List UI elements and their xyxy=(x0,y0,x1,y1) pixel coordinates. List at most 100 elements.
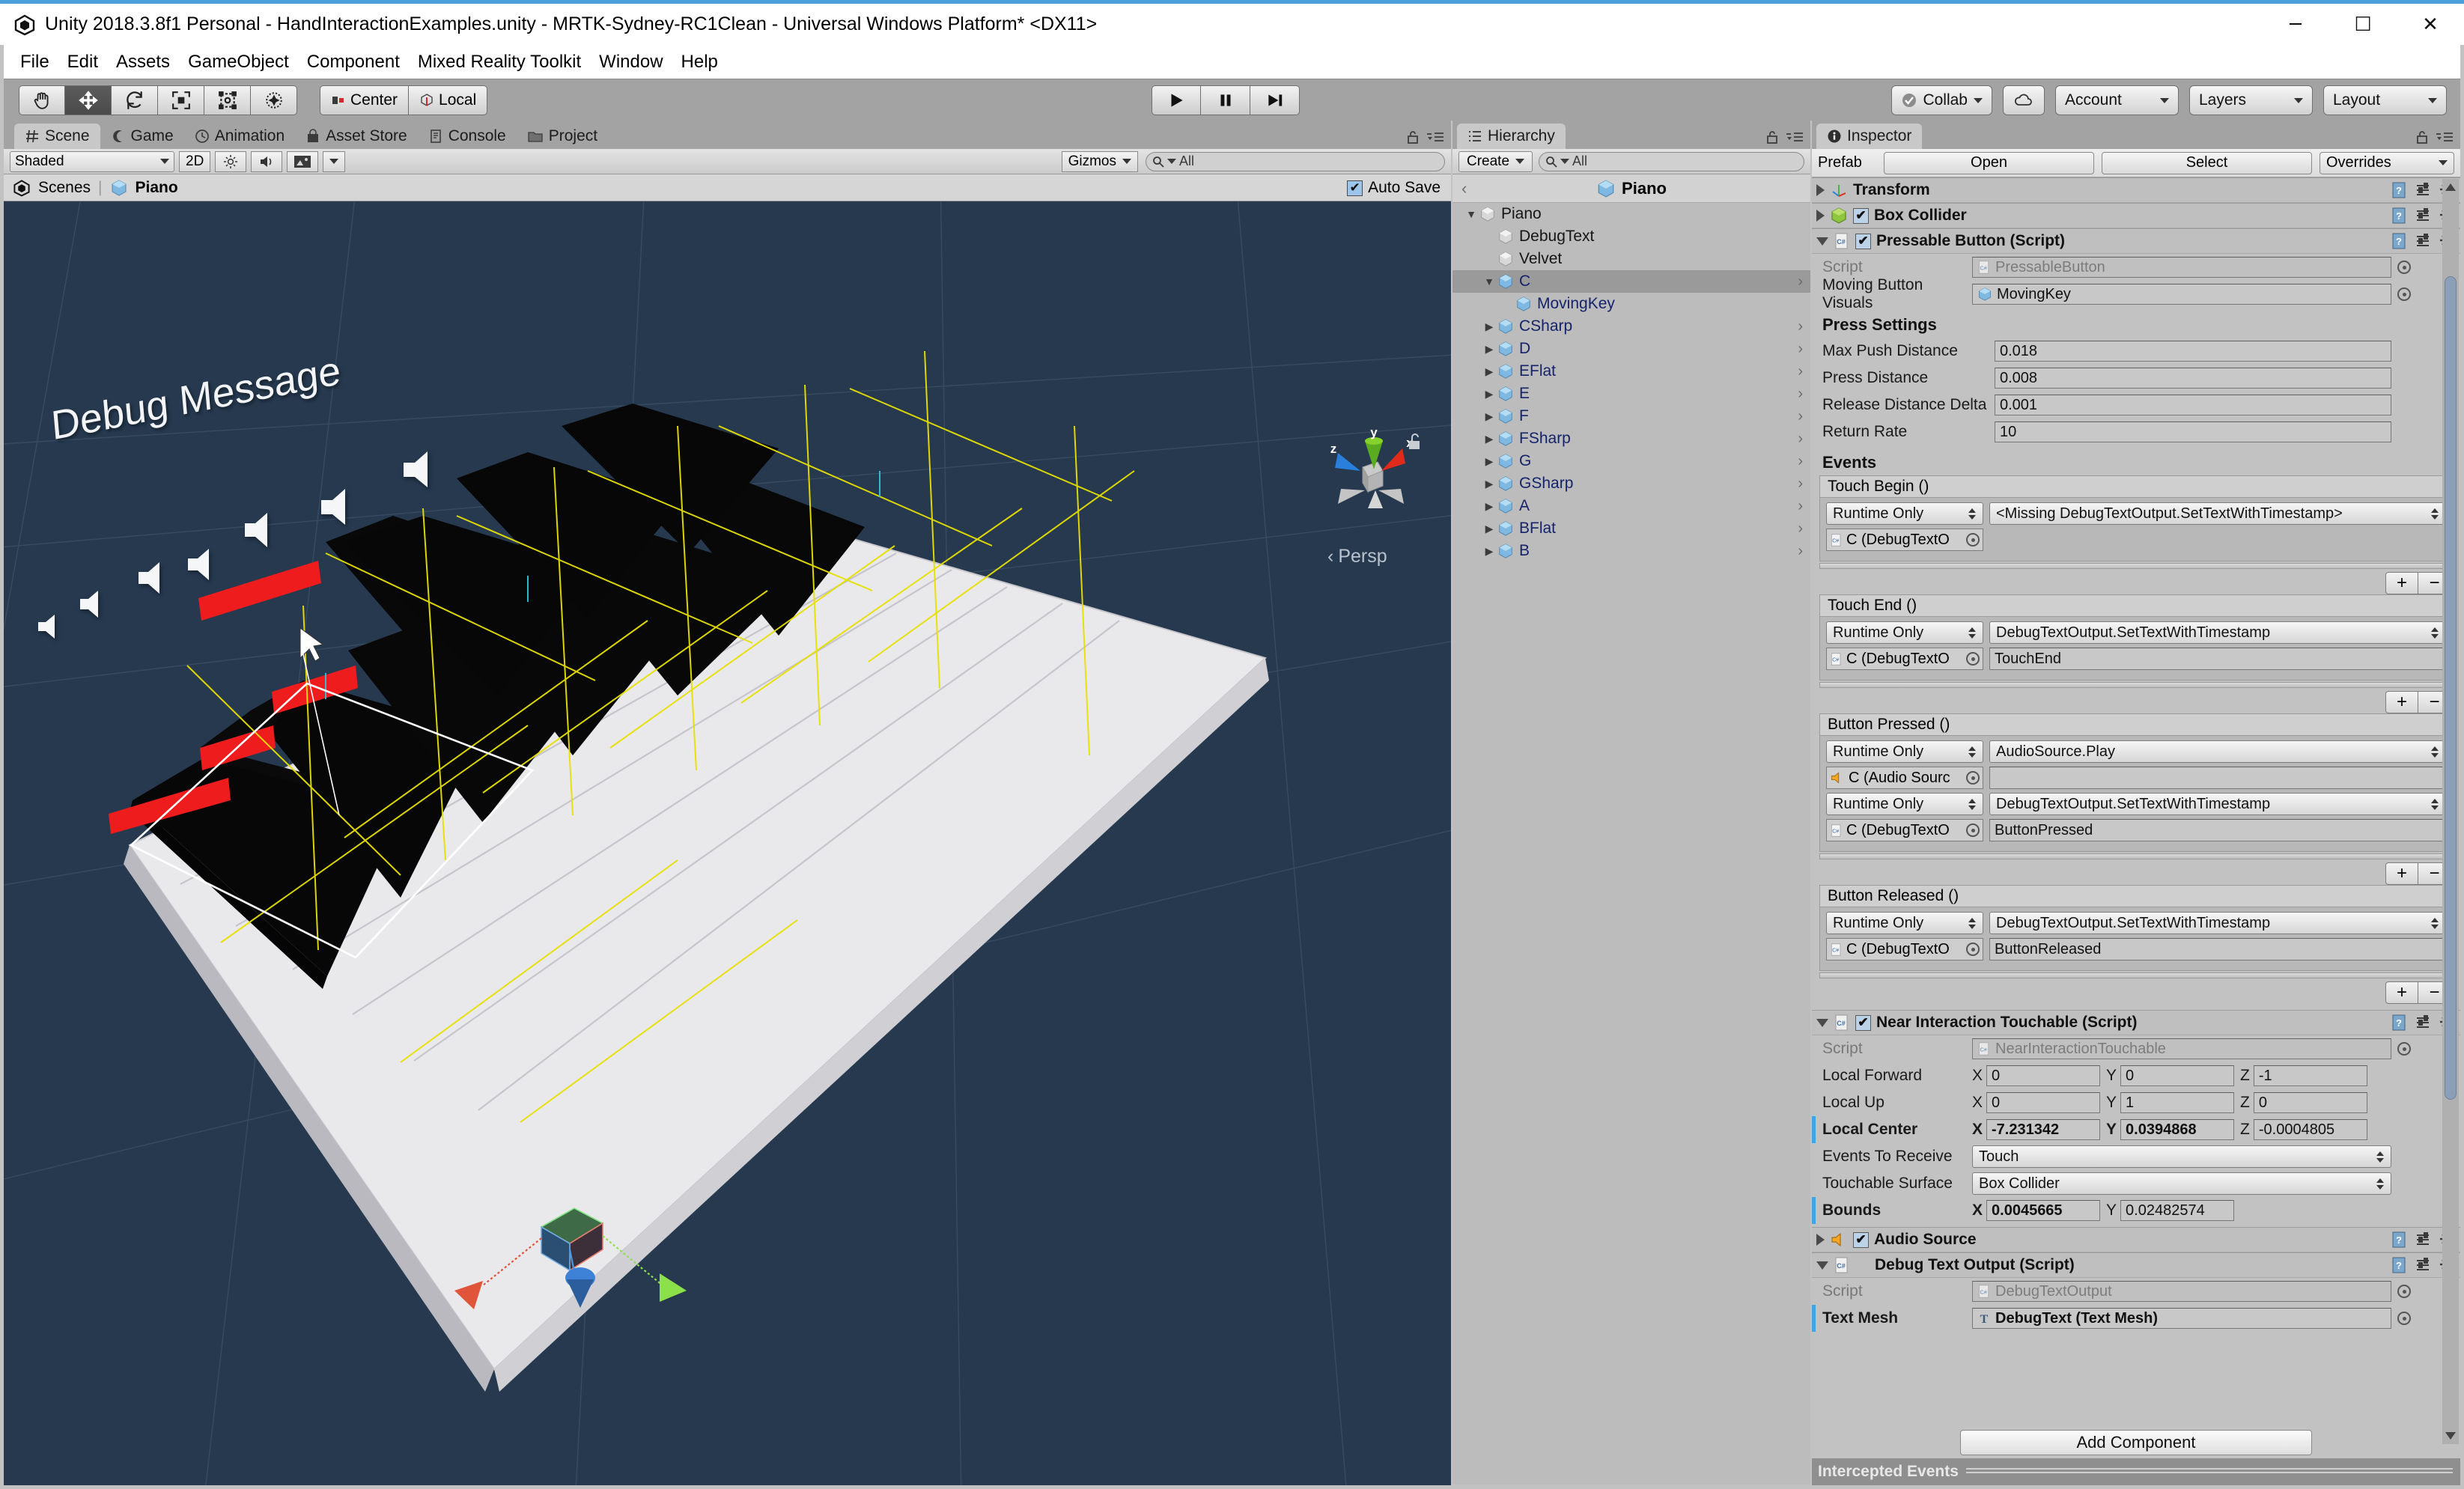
tab-console[interactable]: Console xyxy=(418,124,517,149)
foldout-expanded-icon[interactable]: ▼ xyxy=(1481,275,1497,287)
scale-tool-button[interactable] xyxy=(158,85,204,115)
minimize-button[interactable]: ─ xyxy=(2262,4,2329,45)
event-add-button[interactable]: + xyxy=(2385,862,2418,885)
box-collider-enabled-checkbox[interactable]: ✔ xyxy=(1853,207,1869,224)
tab-scene[interactable]: Scene xyxy=(14,124,100,149)
event-object-field[interactable]: C (Audio Sourc xyxy=(1826,767,1983,789)
event-mode-dropdown[interactable]: Runtime Only xyxy=(1826,502,1983,525)
chevron-right-icon[interactable]: › xyxy=(1798,318,1803,335)
auto-save-toggle[interactable]: ✔ Auto Save xyxy=(1347,179,1441,197)
hierarchy-item-piano[interactable]: ▼ Piano xyxy=(1452,203,1810,225)
bounds-x-input[interactable]: 0.0045665 xyxy=(1986,1200,2101,1221)
handle-space-button[interactable]: Local xyxy=(409,85,488,115)
tab-project[interactable]: Project xyxy=(517,124,608,149)
gizmos-dropdown[interactable]: Gizmos xyxy=(1061,150,1138,172)
hierarchy-item-c[interactable]: ▼ C › xyxy=(1452,270,1810,293)
foldout-collapsed-icon[interactable]: ▶ xyxy=(1481,433,1497,445)
hierarchy-item-e[interactable]: ▶ E › xyxy=(1452,383,1810,405)
chevron-right-icon[interactable]: › xyxy=(1798,498,1803,515)
layout-button[interactable]: Layout xyxy=(2323,85,2447,115)
toggle-2d-button[interactable]: 2D xyxy=(179,150,211,172)
event-object-field[interactable]: C# C (DebugTextO xyxy=(1826,938,1983,960)
chevron-right-icon[interactable]: › xyxy=(1798,430,1803,448)
play-button[interactable] xyxy=(1152,85,1201,115)
event-mode-dropdown[interactable]: Runtime Only xyxy=(1826,621,1983,644)
foldout-collapsed-icon[interactable]: ▶ xyxy=(1481,410,1497,423)
breadcrumb-scenes-label[interactable]: Scenes xyxy=(38,179,91,197)
component-header-audio-source[interactable]: ✔ Audio Source ? xyxy=(1812,1227,2460,1252)
foldout-expanded-icon[interactable]: ▼ xyxy=(1463,208,1479,220)
transform-tool-button[interactable] xyxy=(251,85,297,115)
menu-help[interactable]: Help xyxy=(672,49,727,76)
effects-toggle-button[interactable] xyxy=(287,150,319,172)
prefab-back-button[interactable]: ‹ xyxy=(1461,179,1467,198)
press-setting-input-return-rate[interactable]: 10 xyxy=(1995,421,2391,442)
scroll-down-icon[interactable] xyxy=(2445,1432,2456,1440)
event-resize-handle-touch-end[interactable] xyxy=(1819,682,2453,688)
auto-save-checkbox[interactable]: ✔ xyxy=(1347,180,1363,196)
foldout-collapsed-icon[interactable]: ▶ xyxy=(1481,478,1497,490)
hierarchy-search-input[interactable]: All xyxy=(1539,151,1804,171)
prefab-open-button[interactable]: Open xyxy=(1884,151,2094,174)
pause-button[interactable] xyxy=(1201,85,1250,115)
component-header-transform[interactable]: Transform ? xyxy=(1812,177,2460,203)
event-method-dropdown[interactable]: DebugTextOutput.SetTextWithTimestamp xyxy=(1989,621,2446,644)
account-button[interactable]: Account xyxy=(2055,85,2179,115)
foldout-collapsed-icon[interactable]: ▶ xyxy=(1481,545,1497,558)
chevron-right-icon[interactable]: › xyxy=(1798,341,1803,358)
foldout-icon[interactable] xyxy=(1816,1018,1828,1027)
chevron-right-icon[interactable]: › xyxy=(1798,453,1803,470)
event-resize-handle-touch-begin[interactable] xyxy=(1819,563,2453,569)
event-argument-input[interactable]: TouchEnd xyxy=(1989,648,2446,670)
foldout-collapsed-icon[interactable]: ▶ xyxy=(1481,343,1497,356)
menu-assets[interactable]: Assets xyxy=(107,49,179,76)
component-header-debug-text-output[interactable]: C# Debug Text Output (Script) ? xyxy=(1812,1252,2460,1278)
hand-tool-button[interactable] xyxy=(19,85,65,115)
event-mode-dropdown[interactable]: Runtime Only xyxy=(1826,793,1983,815)
hierarchy-item-a[interactable]: ▶ A › xyxy=(1452,495,1810,517)
event-method-dropdown[interactable]: DebugTextOutput.SetTextWithTimestamp xyxy=(1989,912,2446,934)
chevron-right-icon[interactable]: › xyxy=(1798,475,1803,493)
foldout-collapsed-icon[interactable]: ▶ xyxy=(1481,365,1497,378)
object-picker-icon[interactable] xyxy=(2397,1312,2411,1325)
collab-button[interactable]: Collab xyxy=(1891,85,1992,115)
cloud-button[interactable] xyxy=(2003,85,2045,115)
hierarchy-item-f[interactable]: ▶ F › xyxy=(1452,405,1810,427)
hierarchy-item-velvet[interactable]: Velvet xyxy=(1452,248,1810,270)
hierarchy-item-eflat[interactable]: ▶ EFlat › xyxy=(1452,360,1810,383)
hierarchy-item-d[interactable]: ▶ D › xyxy=(1452,338,1810,360)
menu-edit[interactable]: Edit xyxy=(58,49,107,76)
tab-asset-store[interactable]: Asset Store xyxy=(295,124,418,149)
layers-button[interactable]: Layers xyxy=(2189,85,2313,115)
tab-animation[interactable]: Animation xyxy=(184,124,295,149)
shading-mode-dropdown[interactable]: Shaded xyxy=(10,150,174,172)
hierarchy-item-g[interactable]: ▶ G › xyxy=(1452,450,1810,472)
event-argument-input[interactable] xyxy=(1989,767,2446,789)
local-forward-x-input[interactable]: 0 xyxy=(1986,1065,2101,1086)
object-picker-icon[interactable] xyxy=(2397,1042,2411,1056)
local-forward-z-input[interactable]: -1 xyxy=(2253,1065,2367,1086)
object-picker-icon[interactable] xyxy=(1966,943,1980,956)
press-setting-input-press-distance[interactable]: 0.008 xyxy=(1995,368,2391,389)
scroll-up-icon[interactable] xyxy=(2445,183,2456,191)
event-add-button[interactable]: + xyxy=(2385,572,2418,594)
chevron-right-icon[interactable]: › xyxy=(1798,408,1803,425)
inspector-scrollbar[interactable] xyxy=(2442,179,2459,1444)
foldout-collapsed-icon[interactable]: ▶ xyxy=(1481,523,1497,535)
event-object-field[interactable]: C# C (DebugTextO xyxy=(1826,819,1983,841)
local-forward-y-input[interactable]: 0 xyxy=(2120,1065,2235,1086)
breadcrumb-current-label[interactable]: Piano xyxy=(136,179,178,197)
bounds-y-input[interactable]: 0.02482574 xyxy=(2120,1200,2235,1221)
foldout-collapsed-icon[interactable]: ▶ xyxy=(1481,320,1497,333)
chevron-right-icon[interactable]: › xyxy=(1798,363,1803,380)
chevron-right-icon[interactable]: › xyxy=(1798,543,1803,560)
press-setting-input-release-distance-delta[interactable]: 0.001 xyxy=(1995,395,2391,415)
hierarchy-item-b[interactable]: ▶ B › xyxy=(1452,540,1810,562)
local-center-x-input[interactable]: -7.231342 xyxy=(1986,1119,2101,1140)
audio-source-enabled-checkbox[interactable]: ✔ xyxy=(1853,1231,1869,1248)
prefab-overrides-dropdown[interactable]: Overrides xyxy=(2319,151,2454,174)
foldout-icon[interactable] xyxy=(1816,210,1825,222)
hierarchy-item-csharp[interactable]: ▶ CSharp › xyxy=(1452,315,1810,338)
maximize-button[interactable]: ☐ xyxy=(2329,4,2397,45)
local-up-x-input[interactable]: 0 xyxy=(1986,1092,2101,1113)
